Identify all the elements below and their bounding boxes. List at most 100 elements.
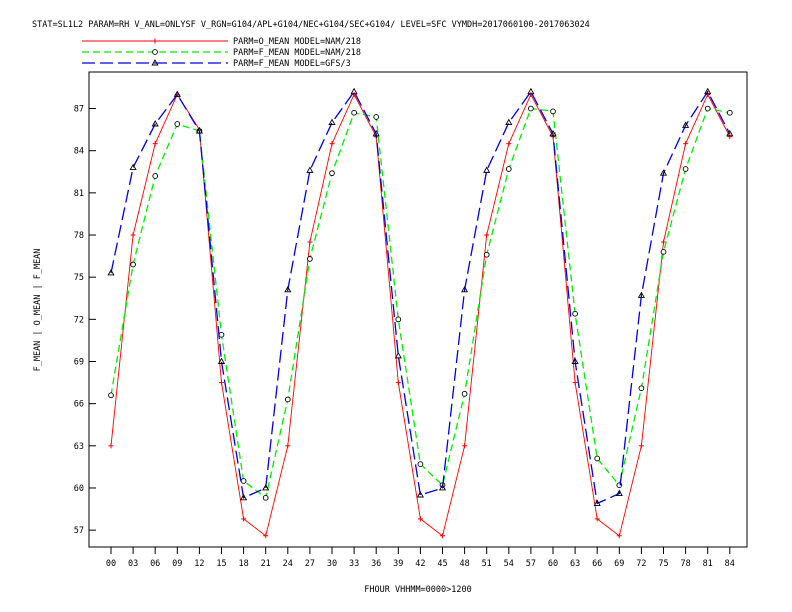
x-tick-label: 45 <box>437 559 447 569</box>
data-point <box>307 256 313 262</box>
y-axis-label: F_MEAN | O_MEAN | F_MEAN <box>33 249 43 372</box>
data-point <box>152 173 159 179</box>
y-tick-label: 66 <box>74 400 84 410</box>
legend-label: PARM=F_MEAN MODEL=GFS/3 <box>233 59 351 69</box>
x-tick-label: 51 <box>482 559 492 569</box>
x-tick-label: 42 <box>415 559 425 569</box>
x-tick-label: 33 <box>349 559 359 569</box>
data-point <box>351 109 357 116</box>
data-point <box>506 141 512 147</box>
x-tick-label: 75 <box>658 559 668 569</box>
x-tick-label: 48 <box>459 559 469 569</box>
y-tick-label: 84 <box>74 147 84 157</box>
data-point <box>306 166 314 173</box>
chart-title: STAT=SL1L2 PARAM=RH V_ANL=ONLYSF V_RGN=G… <box>32 20 590 30</box>
data-point <box>505 166 512 172</box>
x-tick-label: 09 <box>172 559 182 569</box>
x-tick-label: 24 <box>283 559 293 569</box>
data-point <box>219 380 224 386</box>
data-point <box>484 232 490 238</box>
series-3 <box>107 87 734 506</box>
legend-label: PARM=F_MEAN MODEL=NAM/218 <box>233 48 361 58</box>
x-tick-label: 57 <box>526 559 536 569</box>
x-axis-label: FHOUR VHHMM=0000>1200 <box>364 585 471 595</box>
data-point <box>395 316 402 323</box>
y-tick-label: 63 <box>74 442 84 452</box>
x-tick-label: 54 <box>504 559 514 569</box>
x-tick-label: 69 <box>614 559 624 569</box>
x-tick-label: 39 <box>393 559 403 569</box>
data-point <box>726 109 733 116</box>
data-point <box>528 105 534 112</box>
data-point <box>307 239 313 245</box>
x-tick-label: 00 <box>106 559 116 569</box>
data-point <box>395 380 401 386</box>
data-point <box>683 141 689 147</box>
data-point <box>727 134 733 140</box>
plot-frame <box>88 71 748 548</box>
legend-entry: PARM=O_MEAN MODEL=NAM/218 <box>82 37 361 47</box>
x-tick-label: 30 <box>327 559 337 569</box>
data-point <box>174 121 181 127</box>
x-axis: 00 03 06 09 12 15 18 21 24 27 30 33 36 39 42 45 48 51 54 57… <box>106 547 735 569</box>
series-line <box>110 93 731 537</box>
x-tick-label: 06 <box>150 559 160 569</box>
legend-marker <box>152 49 158 55</box>
x-tick-label: 66 <box>592 559 602 569</box>
data-point <box>285 443 291 449</box>
chart: STAT=SL1L2 PARAM=RH V_ANL=ONLYSF V_RGN=G… <box>32 20 748 595</box>
x-tick-label: 18 <box>238 559 248 569</box>
data-point <box>284 396 291 403</box>
data-point <box>483 166 491 173</box>
legend-marker <box>152 38 158 44</box>
x-tick-label: 81 <box>703 559 713 569</box>
data-point <box>108 443 114 449</box>
data-point <box>373 114 380 120</box>
y-axis: 57 60 63 66 69 72 75 78 81 84 87 <box>74 105 96 536</box>
data-point <box>218 331 225 338</box>
y-tick-label: 69 <box>74 357 84 367</box>
y-tick-label: 81 <box>74 189 84 199</box>
x-tick-label: 03 <box>128 559 138 569</box>
data-point <box>262 494 269 501</box>
data-point <box>594 455 601 462</box>
data-point <box>240 478 247 484</box>
series-line <box>110 107 730 499</box>
x-tick-label: 12 <box>194 559 204 569</box>
data-point <box>130 232 136 238</box>
legend-entry: PARM=F_MEAN MODEL=GFS/3 <box>82 59 351 69</box>
data-point <box>660 249 667 255</box>
data-point <box>394 351 402 359</box>
data-point <box>638 385 645 392</box>
legend-entry: PARM=F_MEAN MODEL=NAM/218 <box>82 48 361 58</box>
x-tick-label: 36 <box>371 559 381 569</box>
x-tick-label: 15 <box>216 559 226 569</box>
x-tick-label: 78 <box>680 559 690 569</box>
data-point <box>108 392 114 399</box>
data-point <box>462 443 468 449</box>
series-line <box>110 90 731 505</box>
data-point <box>483 251 490 258</box>
data-point <box>572 380 578 386</box>
data-point <box>417 461 424 467</box>
y-tick-label: 57 <box>74 526 84 536</box>
data-point <box>550 108 556 115</box>
y-tick-label: 72 <box>74 315 84 325</box>
data-point <box>329 170 335 177</box>
data-point <box>638 443 644 449</box>
x-tick-label: 21 <box>261 559 271 569</box>
x-tick-label: 60 <box>548 559 558 569</box>
data-point <box>704 105 711 112</box>
legend-label: PARM=O_MEAN MODEL=NAM/218 <box>233 37 361 47</box>
data-point <box>130 261 136 268</box>
data-point <box>572 310 578 317</box>
y-tick-label: 78 <box>74 231 84 241</box>
data-point <box>329 141 335 147</box>
data-point <box>152 141 158 147</box>
y-tick-label: 75 <box>74 273 84 283</box>
series-layer <box>107 87 734 539</box>
legend: PARM=O_MEAN MODEL=NAM/218PARM=F_MEAN MOD… <box>82 37 361 69</box>
x-tick-label: 63 <box>570 559 580 569</box>
x-tick-label: 72 <box>636 559 646 569</box>
x-tick-label: 27 <box>305 559 315 569</box>
